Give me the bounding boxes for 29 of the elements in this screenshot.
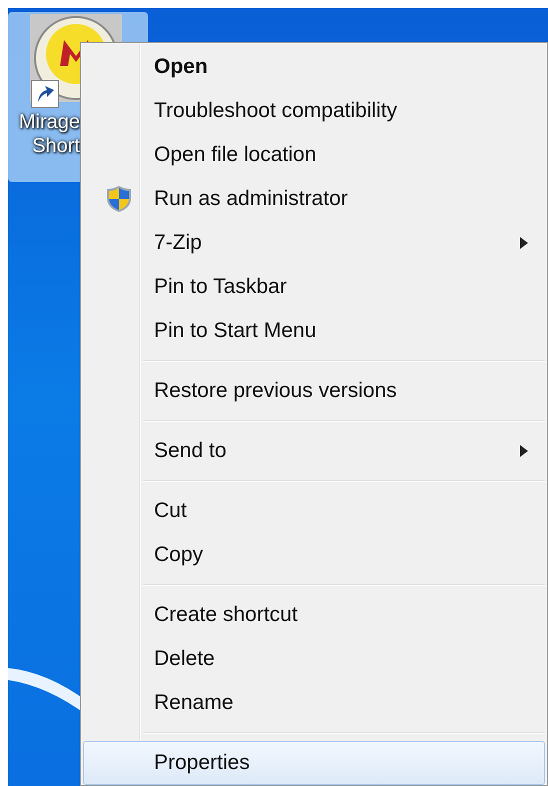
menu-item[interactable]: Pin to Taskbar (83, 265, 545, 309)
menu-item-label: Delete (154, 646, 215, 672)
menu-item[interactable]: Pin to Start Menu (83, 309, 545, 353)
menu-item[interactable]: Rename (83, 681, 545, 725)
menu-item-label: Open (154, 54, 208, 80)
menu-item-label: Open file location (154, 142, 316, 168)
menu-item[interactable]: Create shortcut (83, 593, 545, 637)
menu-item[interactable]: 7-Zip (83, 221, 545, 265)
menu-item-label: Send to (154, 438, 226, 464)
menu-item-label: Rename (154, 690, 234, 716)
menu-item-label: 7-Zip (154, 230, 202, 256)
menu-item-label: Pin to Taskbar (154, 274, 287, 300)
icon-label: Mirage (18, 110, 80, 134)
menu-item-label: Run as administrator (154, 186, 348, 212)
menu-item[interactable]: Delete (83, 637, 545, 681)
menu-item[interactable]: Copy (83, 533, 545, 577)
menu-item-label: Copy (154, 542, 204, 568)
menu-item-label: Pin to Start Menu (154, 318, 316, 344)
menu-item[interactable]: Send to (83, 429, 545, 473)
menu-item[interactable]: Restore previous versions (83, 369, 545, 413)
menu-item-label: Restore previous versions (154, 378, 397, 404)
menu-item-label: Cut (154, 498, 187, 524)
menu-item-label: Properties (154, 750, 250, 776)
shield-icon (106, 185, 132, 213)
menu-item[interactable]: Properties (83, 741, 545, 785)
menu-item-label: Troubleshoot compatibility (154, 98, 398, 124)
icon-label: Short (32, 134, 80, 158)
menu-item-label: Create shortcut (154, 602, 298, 628)
menu-item[interactable]: Cut (83, 489, 545, 533)
